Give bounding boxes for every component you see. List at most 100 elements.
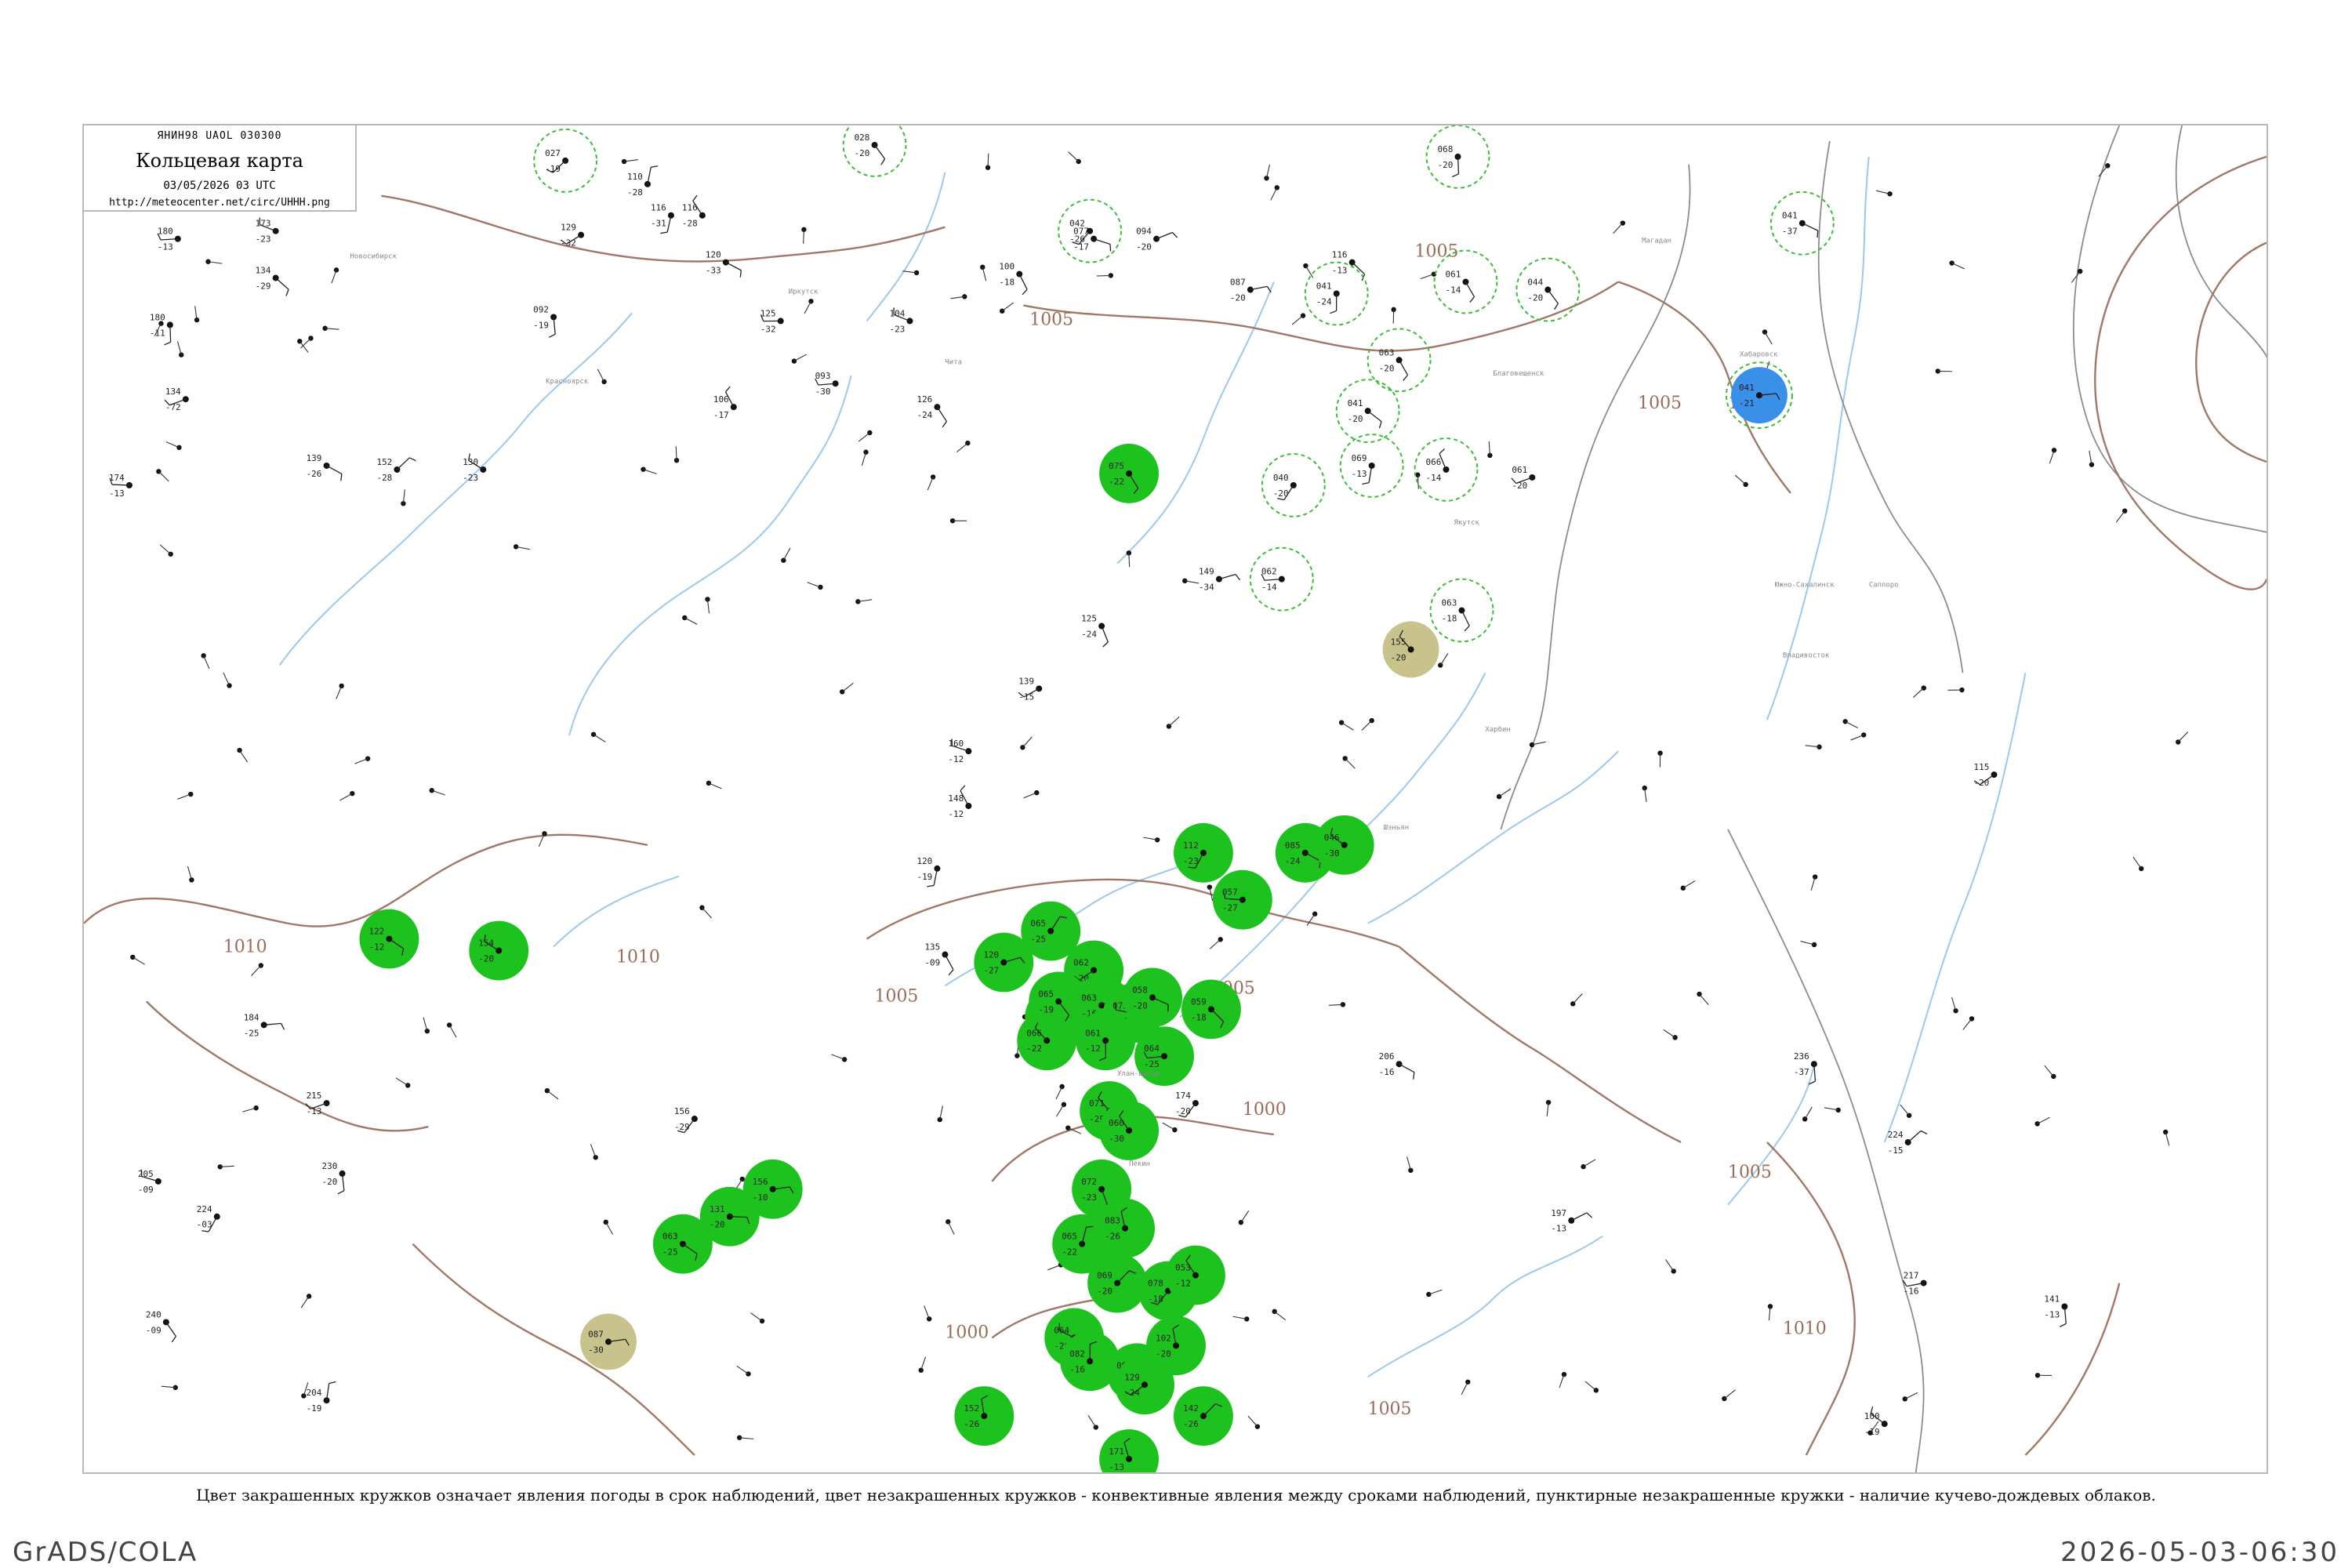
rain-marker[interactable]: 112 -23: [1174, 822, 1233, 883]
station-glyph: [641, 466, 657, 474]
weather-station[interactable]: 148 -12: [948, 785, 972, 819]
cumulonimbus-ring[interactable]: 068 -20: [1425, 125, 1490, 189]
weather-map[interactable]: 1010100510051005100510101005100510001005…: [84, 125, 2267, 1472]
weather-station[interactable]: 205 -09: [138, 1169, 162, 1195]
weather-station[interactable]: 116 -31: [651, 203, 674, 234]
station-glyph: [2034, 1373, 2052, 1378]
weather-station[interactable]: 174 -20: [1175, 1091, 1199, 1118]
rain-marker[interactable]: 053 -12: [1166, 1245, 1225, 1305]
weather-station[interactable]: 120 -19: [916, 856, 941, 887]
weather-station[interactable]: 135 -09: [924, 942, 954, 976]
cumulonimbus-ring[interactable]: 041 -20: [1335, 379, 1400, 444]
fog-marker[interactable]: 155 -20: [1382, 621, 1439, 678]
weather-station[interactable]: 180 -11: [150, 312, 173, 346]
cumulonimbus-ring[interactable]: 063 -18: [1429, 578, 1494, 643]
rain-marker[interactable]: 046 -30: [1314, 815, 1374, 875]
weather-station[interactable]: 106 -17: [713, 386, 737, 420]
fog-marker[interactable]: 087 -30: [580, 1313, 637, 1370]
weather-station[interactable]: 197 -13: [1551, 1208, 1593, 1234]
weather-station[interactable]: 240 -09: [146, 1309, 176, 1343]
weather-station[interactable]: 149 -34: [1199, 567, 1240, 593]
station-glyph: [322, 325, 339, 331]
weather-station[interactable]: 206 -16: [1379, 1051, 1415, 1080]
weather-station[interactable]: 116 -28: [682, 194, 706, 229]
snow-marker[interactable]: 041 -21: [1725, 361, 1793, 430]
weather-station[interactable]: 180 -13: [157, 227, 181, 252]
weather-station[interactable]: 156 -29: [674, 1106, 698, 1134]
weather-station[interactable]: 217 -16: [1902, 1271, 1927, 1297]
map-caption: Цвет закрашенных кружков означает явлени…: [196, 1486, 2156, 1504]
rain-marker[interactable]: 142 -26: [1174, 1386, 1233, 1446]
rain-marker[interactable]: 069 -20: [1087, 1253, 1148, 1313]
weather-station[interactable]: 152 -28: [376, 457, 416, 483]
weather-station[interactable]: 129 -32: [560, 223, 585, 249]
weather-station[interactable]: 087-20: [1230, 278, 1272, 303]
weather-station[interactable]: 093 -30: [815, 371, 839, 397]
cumulonimbus-ring[interactable]: 042 -26: [1058, 198, 1123, 263]
weather-station[interactable]: 130 -23: [463, 453, 487, 483]
weather-station[interactable]: 160 -12: [948, 739, 972, 764]
station-temperature: 041: [1782, 211, 1798, 221]
wind-barb-feather: [1920, 1130, 1928, 1135]
weather-station[interactable]: 139 -26: [307, 453, 343, 481]
station-temperature: 106: [713, 394, 729, 405]
weather-station[interactable]: 125 -24: [1081, 614, 1109, 648]
weather-station[interactable]: 134 -72: [164, 387, 189, 412]
rain-marker[interactable]: 152 -26: [954, 1386, 1014, 1446]
weather-station[interactable]: 174 -13: [109, 473, 132, 499]
map-url[interactable]: http://meteocenter.net/circ/UHHH.png: [84, 197, 355, 209]
cumulonimbus-ring[interactable]: 061 -14: [1433, 249, 1498, 314]
weather-station[interactable]: 104 -23: [890, 307, 913, 334]
station-dewpoint: -26: [1183, 1419, 1199, 1429]
station-dewpoint: -23: [890, 324, 906, 334]
rain-marker[interactable]: 061 -12: [1076, 1011, 1136, 1071]
cumulonimbus-ring[interactable]: 044-20: [1515, 257, 1581, 322]
rain-marker[interactable]: 154 -20: [469, 920, 529, 981]
weather-station[interactable]: 134 -29: [256, 266, 289, 296]
weather-station[interactable]: 100-19: [1864, 1406, 1888, 1437]
rain-marker[interactable]: 129 -24: [1115, 1355, 1175, 1415]
station-dot: [1312, 911, 1318, 916]
cumulonimbus-ring[interactable]: 066 -14: [1414, 437, 1479, 502]
rain-marker[interactable]: 171 -13: [1099, 1429, 1160, 1472]
weather-station[interactable]: 120 -33: [706, 250, 742, 278]
weather-station[interactable]: 139 -15: [1018, 676, 1043, 702]
weather-station[interactable]: 224 -15: [1888, 1130, 1928, 1156]
weather-station[interactable]: 094 -20: [1136, 227, 1178, 252]
rain-marker[interactable]: 075 -22: [1099, 444, 1160, 503]
weather-station[interactable]: 116 -13: [1332, 250, 1366, 281]
weather-station[interactable]: 100 -18: [999, 262, 1028, 296]
station-glyph: [1166, 716, 1180, 729]
rain-marker[interactable]: 060 -30: [1099, 1101, 1160, 1160]
weather-station[interactable]: 110 -28: [627, 165, 659, 198]
rain-marker[interactable]: 059 -18: [1181, 979, 1241, 1040]
weather-station[interactable]: 126 -24: [916, 394, 947, 428]
cumulonimbus-ring[interactable]: 028 -20: [842, 125, 907, 177]
station-dewpoint: -20: [1379, 363, 1395, 373]
weather-station[interactable]: 125 -32: [760, 308, 784, 334]
cumulonimbus-ring[interactable]: 063 -20: [1367, 328, 1432, 393]
station-dot: [1274, 185, 1280, 191]
cumulonimbus-ring[interactable]: 040 -20: [1261, 453, 1326, 517]
weather-station[interactable]: 115 -20: [1974, 762, 1998, 788]
station-temperature: 131: [710, 1204, 725, 1214]
weather-station[interactable]: 092 -19: [533, 304, 557, 338]
rain-marker[interactable]: 122 -12: [359, 909, 419, 969]
cumulonimbus-ring[interactable]: 062 -14: [1249, 546, 1314, 612]
rain-marker[interactable]: 083 -26: [1095, 1198, 1156, 1258]
cumulonimbus-ring[interactable]: 041 -37: [1769, 191, 1835, 256]
weather-station[interactable]: 215 -13: [305, 1091, 330, 1116]
weather-station[interactable]: 204 -19: [307, 1381, 336, 1414]
weather-station[interactable]: 173 -23: [256, 217, 279, 245]
cumulonimbus-ring[interactable]: 069 -13: [1339, 434, 1404, 498]
rain-marker[interactable]: 063 -25: [652, 1214, 713, 1274]
rain-marker[interactable]: 120 -27: [974, 932, 1034, 993]
weather-station[interactable]: 061 -20: [1511, 465, 1536, 491]
weather-station[interactable]: 224 -03: [197, 1204, 220, 1232]
rain-marker[interactable]: 058 -20: [1123, 967, 1182, 1028]
weather-station[interactable]: 184 -25: [244, 1012, 285, 1038]
cumulonimbus-ring[interactable]: 027 -19: [533, 128, 598, 193]
weather-station[interactable]: 141-13: [2044, 1294, 2068, 1327]
weather-station[interactable]: 230 -20: [322, 1161, 346, 1195]
rain-marker[interactable]: 057 -27: [1212, 869, 1272, 930]
